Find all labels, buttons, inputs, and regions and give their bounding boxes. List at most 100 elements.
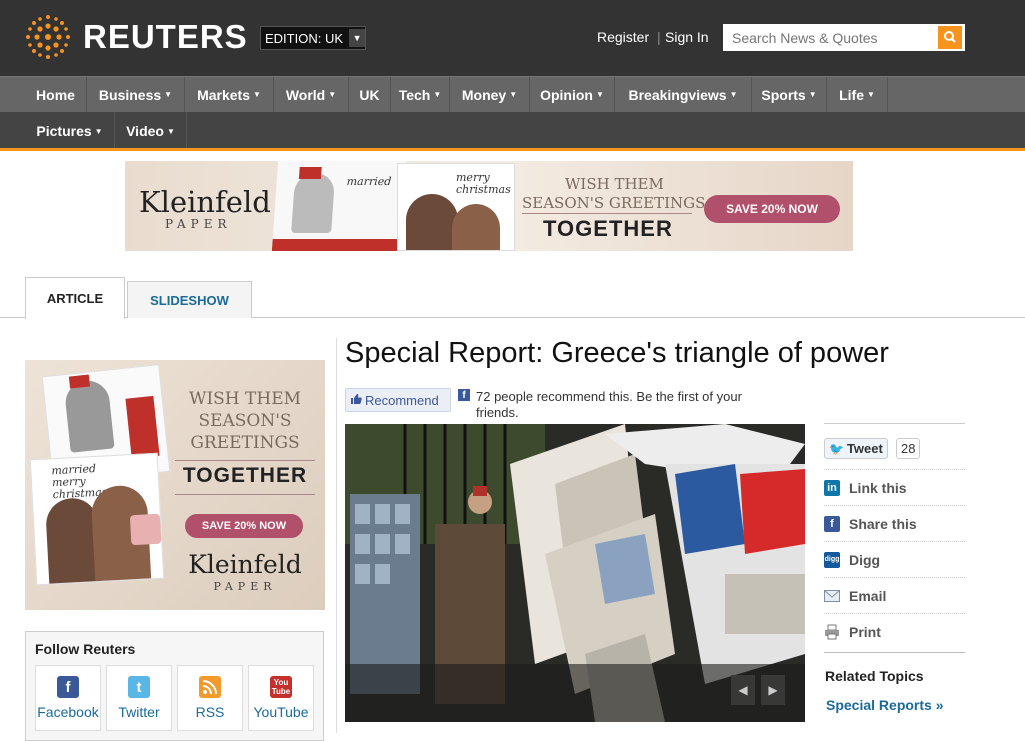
nav-label: Money xyxy=(461,86,507,103)
nav-label: Business xyxy=(98,86,162,103)
chevron-down-icon: ▼ xyxy=(808,90,817,99)
share-share-label: Share this xyxy=(849,515,917,532)
nav-item-pictures[interactable]: Pictures ▼ xyxy=(25,112,115,150)
follow-youtube[interactable]: You Tube YouTube xyxy=(248,665,314,731)
chevron-down-icon: ▼ xyxy=(166,126,175,136)
register-link[interactable]: Register xyxy=(597,29,649,45)
facebook-share-icon: f xyxy=(824,515,840,532)
edition-selector[interactable]: EDITION: UK ▼ xyxy=(260,26,367,50)
facebook-recommend-button[interactable]: Recommend xyxy=(345,388,451,412)
photo-prev-button[interactable]: ◀ xyxy=(731,675,755,705)
share-print[interactable]: Print xyxy=(824,613,965,649)
chevron-down-icon: ▼ xyxy=(433,90,442,99)
nav-label: Opinion xyxy=(540,86,593,103)
nav-item-uk[interactable]: UK xyxy=(349,77,391,112)
share-digg[interactable]: digg Digg xyxy=(824,541,965,577)
chevron-left-icon: ◀ xyxy=(738,683,748,697)
side-ad-headline: WISH THEM SEASON'S GREETINGS xyxy=(173,388,317,454)
follow-twitter[interactable]: t Twitter xyxy=(106,665,172,731)
reuters-logo[interactable]: REUTERS xyxy=(25,14,265,60)
twitter-icon: t xyxy=(128,676,150,698)
related-topic-special-reports[interactable]: Special Reports » xyxy=(826,697,944,713)
secondary-nav: Pictures ▼ Video ▼ xyxy=(0,112,1025,150)
rss-icon xyxy=(199,676,221,698)
share-link-this[interactable]: in Link this xyxy=(824,469,965,505)
article-tabs: ARTICLE SLIDESHOW xyxy=(0,277,1025,319)
email-icon xyxy=(824,587,840,604)
nav-item-world[interactable]: World ▼ xyxy=(274,77,349,112)
follow-twitter-label: Twitter xyxy=(118,704,160,720)
chevron-down-icon: ▼ xyxy=(729,90,738,99)
ad-line2: SEASON'S GREETINGS xyxy=(522,194,706,212)
tab-article[interactable]: ARTICLE xyxy=(25,277,125,319)
chevron-down-icon: ▼ xyxy=(509,90,518,99)
tab-slideshow[interactable]: SLIDESHOW xyxy=(127,281,252,318)
nav-label: Tech xyxy=(398,86,431,103)
nav-item-video[interactable]: Video ▼ xyxy=(115,112,187,150)
tweet-button[interactable]: 🐦 Tweet xyxy=(824,438,888,459)
follow-youtube-label: YouTube xyxy=(253,704,309,720)
nav-item-money[interactable]: Money ▼ xyxy=(450,77,530,112)
follow-rss-label: RSS xyxy=(195,704,225,720)
side-ad-cta-button[interactable]: SAVE 20% NOW xyxy=(185,514,303,538)
twitter-bird-icon: 🐦 xyxy=(829,441,844,456)
article-headline: Special Report: Greece's triangle of pow… xyxy=(345,337,889,369)
nav-label: Breakingviews xyxy=(628,86,727,103)
nav-label: Pictures xyxy=(36,123,92,139)
nav-item-sports[interactable]: Sports ▼ xyxy=(752,77,827,112)
ad-cta-button[interactable]: SAVE 20% NOW xyxy=(704,195,840,223)
primary-nav: Home Business ▼ Markets ▼ World ▼ UK Tech ▼ Money ▼… xyxy=(0,76,1025,112)
youtube-icon: You Tube xyxy=(270,676,292,698)
edition-value: UK xyxy=(324,30,344,46)
side-ad[interactable]: married merry christmas WISH THEM SEASON… xyxy=(25,360,325,610)
facebook-mini-icon: f xyxy=(458,389,470,401)
nav-item-home[interactable]: Home xyxy=(25,77,87,112)
nav-item-breakingviews[interactable]: Breakingviews ▼ xyxy=(615,77,752,112)
ad-line1: WISH THEM xyxy=(565,175,664,193)
nav-item-markets[interactable]: Markets ▼ xyxy=(185,77,274,112)
side-ad-card-2: married merry christmas xyxy=(29,452,165,586)
chevron-down-icon: ▼ xyxy=(253,90,261,99)
ad-card-image: married xyxy=(271,161,407,251)
nav-item-tech[interactable]: Tech ▼ xyxy=(391,77,450,112)
linkedin-icon: in xyxy=(824,479,840,496)
search-input[interactable] xyxy=(723,24,935,51)
side-ad-line4: TOGETHER xyxy=(182,464,308,487)
share-email[interactable]: Email xyxy=(824,577,965,613)
follow-rss[interactable]: RSS xyxy=(177,665,243,731)
side-ad-brand-sub: PAPER xyxy=(213,580,277,593)
photo-next-button[interactable]: ▶ xyxy=(761,675,785,705)
tweet-count: 28 xyxy=(896,438,921,459)
side-ad-line2: SEASON'S xyxy=(198,411,292,431)
share-share-this[interactable]: f Share this xyxy=(824,505,965,541)
nav-item-business[interactable]: Business ▼ xyxy=(87,77,185,112)
chevron-right-icon: ▶ xyxy=(768,683,778,697)
nav-label: Video xyxy=(126,123,164,139)
share-email-label: Email xyxy=(849,587,887,604)
nav-label: Home xyxy=(36,86,75,103)
nav-accent-line xyxy=(0,148,1025,151)
ad-card-text-2: merry christmas xyxy=(456,171,511,196)
nav-label: Life xyxy=(839,86,864,103)
follow-facebook[interactable]: f Facebook xyxy=(35,665,101,731)
banner-ad[interactable]: Kleinfeld PAPER married merry christmas … xyxy=(125,161,853,251)
search-button[interactable] xyxy=(938,26,962,49)
recommend-count-text: 72 people recommend this. Be the first o… xyxy=(476,389,742,420)
digg-icon: digg xyxy=(824,551,840,568)
sign-in-link[interactable]: Sign In xyxy=(665,29,709,45)
nav-item-opinion[interactable]: Opinion ▼ xyxy=(530,77,615,112)
search-icon xyxy=(944,31,956,43)
chevron-down-icon: ▼ xyxy=(866,90,875,99)
facebook-icon: f xyxy=(57,676,79,698)
nav-item-life[interactable]: Life ▼ xyxy=(827,77,888,112)
ad-brand-sub: PAPER xyxy=(165,217,232,231)
follow-facebook-label: Facebook xyxy=(37,704,99,720)
nav-label: World xyxy=(285,86,326,103)
ad-brand: Kleinfeld xyxy=(139,185,271,219)
side-ad-line3: GREETINGS xyxy=(190,433,300,453)
search-box xyxy=(723,24,965,51)
chevron-down-icon: ▼ xyxy=(164,90,173,99)
top-bar: REUTERS EDITION: UK ▼ Register | Sign In xyxy=(0,0,1025,76)
side-ad-line1: WISH THEM xyxy=(188,389,302,409)
logo-text: REUTERS xyxy=(83,18,248,55)
